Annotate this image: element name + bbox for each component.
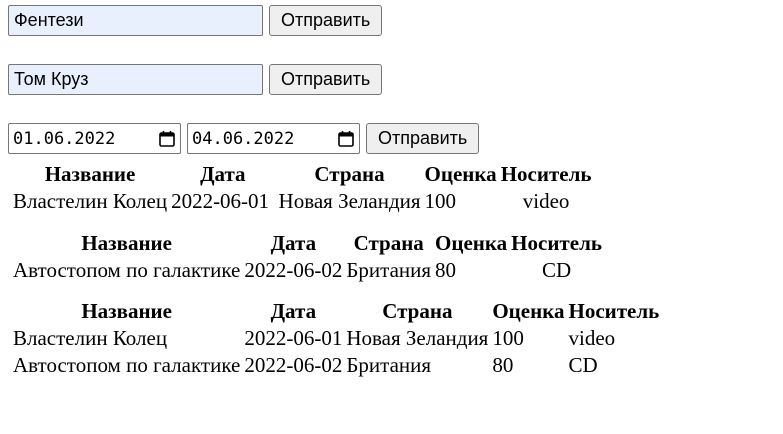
- date-results-table: Название Дата Страна Оценка Носитель Вла…: [10, 297, 662, 380]
- cell-country: Британия: [346, 258, 432, 282]
- cell-date: 2022-06-01: [171, 189, 270, 213]
- genre-submit-button[interactable]: Отправить: [269, 5, 383, 36]
- column-header-media: Носитель: [568, 299, 660, 323]
- column-header-date: Дата: [200, 162, 246, 186]
- cell-media: video: [522, 189, 570, 213]
- cell-title: Властелин Колец: [13, 189, 168, 213]
- start-date-input[interactable]: 01.06.2022: [8, 123, 181, 154]
- table-header-row: Название Дата Страна Оценка Носитель: [12, 162, 592, 187]
- cell-media: CD: [568, 353, 598, 377]
- column-header-rating: Оценка: [492, 299, 565, 323]
- genre-form: Отправить: [8, 5, 383, 36]
- column-header-rating: Оценка: [435, 231, 508, 255]
- table-row: Властелин Колец 2022-06-01 Новая Зеланди…: [12, 326, 660, 351]
- end-date-input[interactable]: 04.06.2022: [187, 123, 360, 154]
- cell-country: Новая Зеландия: [278, 189, 421, 213]
- column-header-date: Дата: [270, 299, 317, 323]
- actor-results-table: Название Дата Страна Оценка Носитель Авт…: [10, 229, 605, 285]
- actor-input[interactable]: [8, 64, 263, 95]
- column-header-date: Дата: [270, 231, 317, 255]
- column-header-media: Носитель: [500, 162, 592, 186]
- column-header-title: Название: [81, 231, 172, 255]
- actor-submit-button[interactable]: Отправить: [269, 64, 383, 95]
- cell-title: Властелин Колец: [13, 326, 168, 350]
- start-date-value: 01.06.2022: [13, 128, 116, 149]
- column-header-country: Страна: [382, 299, 453, 323]
- cell-rating: 100: [492, 326, 524, 350]
- table-header-row: Название Дата Страна Оценка Носитель: [12, 299, 660, 324]
- cell-media: video: [568, 326, 616, 350]
- table-header-row: Название Дата Страна Оценка Носитель: [12, 231, 603, 256]
- date-form: 01.06.2022 04.06.2022 Отправить: [8, 123, 480, 154]
- column-header-rating: Оценка: [424, 162, 497, 186]
- table-row: Автостопом по галактике 2022-06-02 Брита…: [12, 258, 603, 283]
- cell-media: CD: [541, 258, 572, 282]
- cell-date: 2022-06-02: [244, 353, 343, 377]
- genre-input[interactable]: [8, 5, 263, 36]
- column-header-country: Страна: [353, 231, 424, 255]
- cell-rating: 80: [492, 353, 514, 377]
- date-submit-button[interactable]: Отправить: [366, 123, 480, 154]
- cell-rating: 80: [435, 258, 457, 282]
- column-header-title: Название: [81, 299, 172, 323]
- genre-results-table: Название Дата Страна Оценка Носитель Вла…: [10, 160, 594, 216]
- cell-rating: 100: [424, 189, 457, 213]
- actor-form: Отправить: [8, 64, 383, 95]
- cell-title: Автостопом по галактике: [13, 258, 241, 282]
- table-row: Автостопом по галактике 2022-06-02 Брита…: [12, 353, 660, 378]
- cell-country: Новая Зеландия: [346, 326, 489, 350]
- column-header-media: Носитель: [511, 231, 602, 255]
- cell-date: 2022-06-01: [244, 326, 343, 350]
- column-header-title: Название: [44, 162, 136, 186]
- end-date-value: 04.06.2022: [192, 128, 295, 149]
- cell-title: Автостопом по галактике: [13, 353, 241, 377]
- column-header-country: Страна: [314, 162, 385, 186]
- cell-country: Британия: [346, 353, 432, 377]
- table-row: Властелин Колец 2022-06-01 Новая Зеланди…: [12, 189, 592, 214]
- cell-date: 2022-06-02: [244, 258, 343, 282]
- calendar-icon[interactable]: [337, 130, 355, 148]
- calendar-icon[interactable]: [158, 130, 176, 148]
